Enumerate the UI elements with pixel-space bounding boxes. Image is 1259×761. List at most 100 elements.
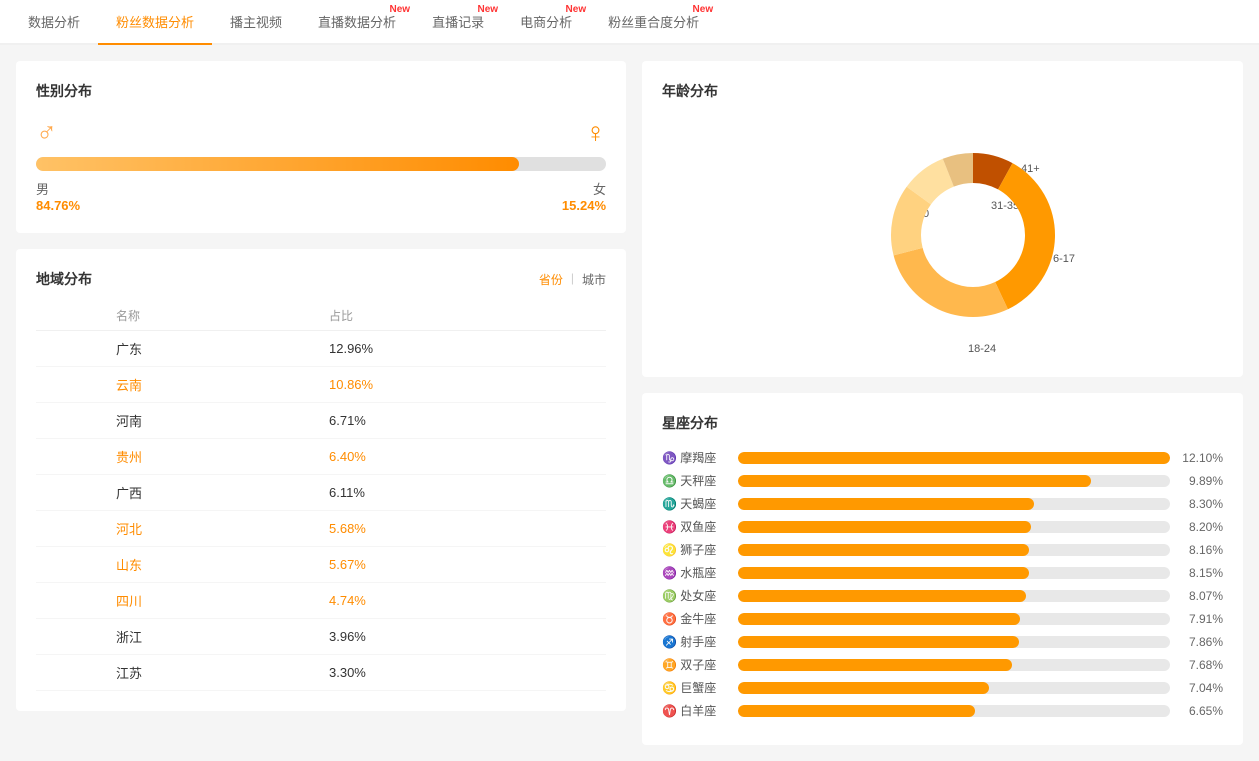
gender-icons: ♂ ♀ [36,117,606,149]
region-tabs: 省份 | 城市 [539,271,606,288]
zodiac-pct: 8.15% [1178,566,1223,580]
zodiac-bar-fill [738,475,1091,487]
zodiac-row: ♉ 金牛座 7.91% [662,610,1223,627]
gender-title: 性别分布 [36,81,606,101]
zodiac-pct: 12.10% [1178,451,1223,465]
gender-bar [36,157,606,171]
region-name: 山东 [36,547,321,583]
svg-text:18-24: 18-24 [968,343,996,355]
region-pct: 5.67% [321,547,606,583]
left-panel: 性别分布 ♂ ♀ 男 84.76% 女 15.24% [16,61,626,745]
region-name: 河北 [36,511,321,547]
top-navigation: 数据分析 粉丝数据分析 播主视频 New 直播数据分析 New 直播记录 New… [0,0,1259,45]
nav-ecommerce[interactable]: New 电商分析 [502,0,590,43]
zodiac-bar-fill [738,544,1029,556]
zodiac-pct: 9.89% [1178,474,1223,488]
age-title: 年龄分布 [662,81,1223,101]
zodiac-pct: 8.07% [1178,589,1223,603]
zodiac-bar-container [738,682,1170,694]
zodiac-bar-container [738,659,1170,671]
zodiac-row: ♑ 摩羯座 12.10% [662,449,1223,466]
table-row: 云南10.86% [36,367,606,403]
zodiac-bar-container [738,705,1170,717]
tab-province[interactable]: 省份 [539,271,563,288]
zodiac-row: ♓ 双鱼座8.20% [662,518,1223,535]
zodiac-bar-fill [738,498,1034,510]
zodiac-row: ♈ 白羊座 6.65% [662,702,1223,719]
zodiac-rows: ♑ 摩羯座 12.10% ♎ 天秤座 9.89% ♏ 天蝎座8.30% ♓ 双鱼座8.20… [662,449,1223,719]
zodiac-name: ♐ 射手座 [662,633,730,650]
nav-live-data[interactable]: New 直播数据分析 [300,0,414,43]
age-donut-container: 41+ 36-40 31-35 25-30 6-17 18-24 [773,117,1113,357]
zodiac-row: ♊ 双子座7.68% [662,656,1223,673]
new-badge-2: New [478,4,499,15]
table-row: 河北5.68% [36,511,606,547]
region-name: 浙江 [36,619,321,655]
zodiac-bar-fill [738,659,1012,671]
zodiac-bar-container [738,590,1170,602]
male-pct: 84.76% [36,198,80,213]
zodiac-bar-fill [738,590,1026,602]
region-pct: 5.68% [321,511,606,547]
zodiac-pct: 7.04% [1178,681,1223,695]
region-pct: 6.40% [321,439,606,475]
zodiac-bar-fill [738,521,1031,533]
table-row: 四川4.74% [36,583,606,619]
zodiac-pct: 6.65% [1178,704,1223,718]
region-name: 广东 [36,331,321,367]
age-donut-svg: 41+ 36-40 31-35 25-30 6-17 18-24 [773,117,1113,357]
zodiac-pct: 7.91% [1178,612,1223,626]
region-name: 四川 [36,583,321,619]
zodiac-row: ♌ 狮子座8.16% [662,541,1223,558]
region-pct: 4.74% [321,583,606,619]
region-name: 云南 [36,367,321,403]
region-pct: 3.96% [321,619,606,655]
zodiac-row: ♏ 天蝎座8.30% [662,495,1223,512]
female-pct: 15.24% [562,198,606,213]
zodiac-pct: 7.86% [1178,635,1223,649]
col-pct-header: 占比 [321,301,606,331]
donut-segment [893,248,1007,317]
zodiac-card: 星座分布 ♑ 摩羯座 12.10% ♎ 天秤座 9.89% ♏ 天蝎座8.30% ♓ 双鱼… [642,393,1243,745]
donut-segment [995,163,1055,309]
main-content: 性别分布 ♂ ♀ 男 84.76% 女 15.24% [0,45,1259,761]
zodiac-bar-container [738,498,1170,510]
table-row: 浙江3.96% [36,619,606,655]
region-card: 地域分布 省份 | 城市 名称 占比 广东12.96%云南10.86%河南6.7… [16,249,626,711]
nav-data-analysis[interactable]: 数据分析 [10,0,98,43]
zodiac-bar-container [738,636,1170,648]
zodiac-title: 星座分布 [662,413,1223,433]
gender-card: 性别分布 ♂ ♀ 男 84.76% 女 15.24% [16,61,626,233]
zodiac-bar-fill [738,567,1029,579]
zodiac-name: ♑ 摩羯座 [662,449,730,466]
zodiac-bar-fill [738,705,975,717]
new-badge-3: New [566,4,587,15]
region-pct: 10.86% [321,367,606,403]
zodiac-row: ♍ 处女座8.07% [662,587,1223,604]
region-name: 广西 [36,475,321,511]
table-row: 贵州6.40% [36,439,606,475]
gender-labels: 男 84.76% 女 15.24% [36,179,606,213]
zodiac-bar-container [738,521,1170,533]
region-pct: 3.30% [321,655,606,691]
region-table: 名称 占比 广东12.96%云南10.86%河南6.71%贵州6.40%广西6.… [36,301,606,691]
male-label: 男 84.76% [36,179,80,213]
female-icon: ♀ [585,117,606,149]
zodiac-name: ♈ 白羊座 [662,702,730,719]
zodiac-name: ♎ 天秤座 [662,472,730,489]
zodiac-bar-container [738,544,1170,556]
svg-text:6-17: 6-17 [1053,253,1075,265]
region-header: 地域分布 省份 | 城市 [36,269,606,289]
nav-live-record[interactable]: New 直播记录 [414,0,502,43]
tab-city[interactable]: 城市 [582,271,606,288]
nav-fans-analysis[interactable]: 粉丝数据分析 [98,0,212,45]
region-name: 贵州 [36,439,321,475]
table-row: 广西6.11% [36,475,606,511]
zodiac-pct: 8.16% [1178,543,1223,557]
female-label: 女 15.24% [562,179,606,213]
zodiac-name: ♉ 金牛座 [662,610,730,627]
nav-streamer-video[interactable]: 播主视频 [212,0,300,43]
new-badge: New [390,4,411,15]
zodiac-name: ♓ 双鱼座 [662,518,730,535]
nav-fans-overlap[interactable]: New 粉丝重合度分析 [590,0,717,43]
